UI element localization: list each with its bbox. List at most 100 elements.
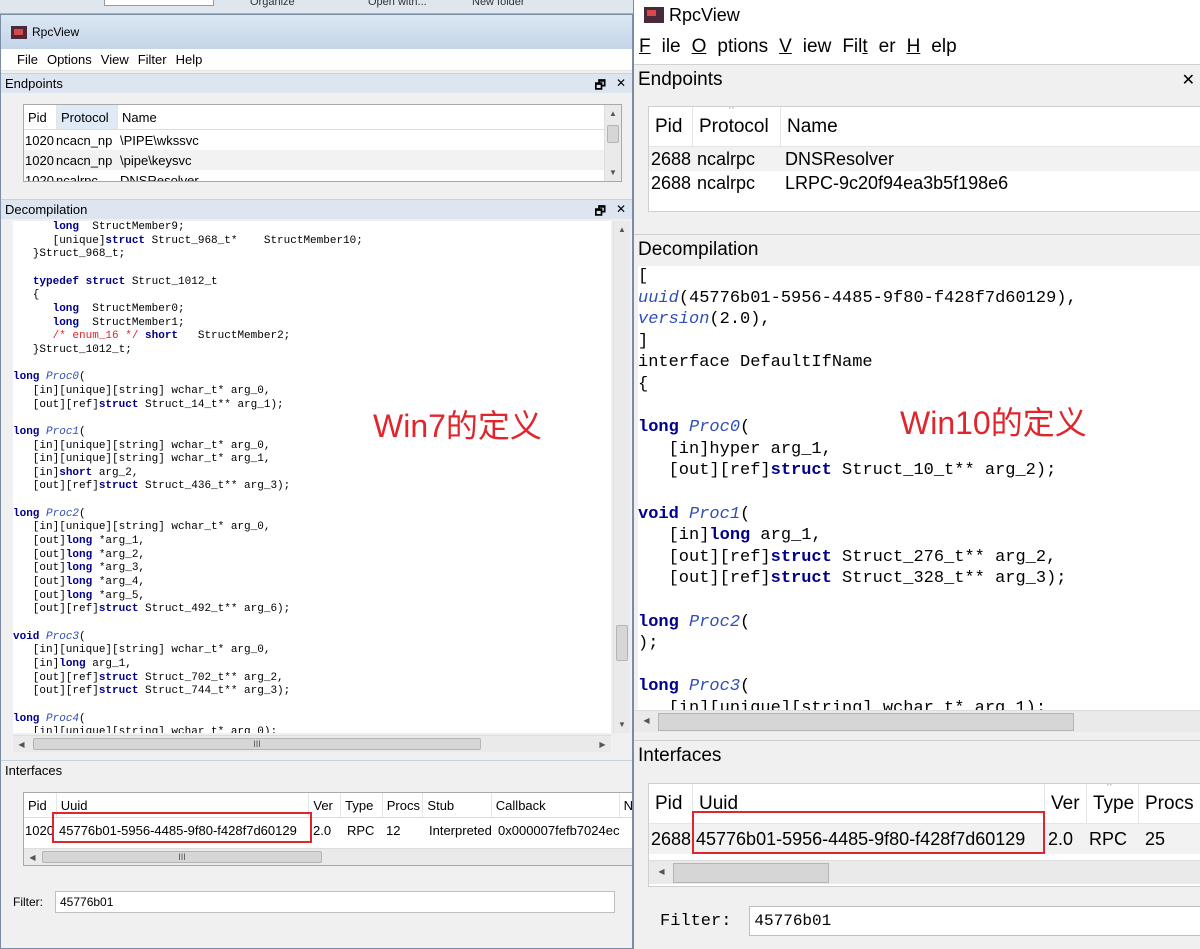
code-line: {	[638, 374, 649, 394]
win7-decompilation-header: Decompilation 🗗 ✕	[1, 199, 632, 219]
cell-protocol: ncacn_np	[56, 132, 113, 148]
win10-interfaces-hscrollbar[interactable]: ◀	[649, 860, 1200, 884]
win7-code-vscrollbar[interactable]: ▲ ▼	[613, 221, 630, 733]
col-stub[interactable]: Stub	[423, 793, 492, 817]
scroll-thumb[interactable]	[616, 625, 628, 661]
table-row[interactable]: 1020 ncalrpc DNSResolver	[24, 170, 621, 182]
scroll-left-icon[interactable]: ◀	[638, 711, 655, 731]
win7-filter-input[interactable]	[55, 891, 615, 913]
table-row[interactable]: 2688 ncalrpc DNSResolver	[649, 147, 1200, 171]
cell-protocol: ncalrpc	[697, 172, 756, 193]
win10-code-hscrollbar[interactable]: ◀	[634, 710, 1200, 732]
win7-interfaces-title: Interfaces	[5, 763, 63, 778]
win7-rpcview-window: RpcView File Options View Filter Help En…	[0, 14, 633, 949]
col-n[interactable]: N	[620, 793, 632, 817]
col-protocol[interactable]: Protocol ^	[57, 105, 118, 129]
win7-decompilation-title: Decompilation	[5, 202, 88, 217]
win10-menu-bar: File Options View Filt er Help	[634, 30, 1200, 64]
col-ver[interactable]: Ver	[309, 793, 342, 817]
win10-menu-filter[interactable]: Filt er	[842, 36, 895, 58]
win7-endpoints-title: Endpoints	[5, 76, 63, 91]
scroll-up-icon[interactable]: ▲	[614, 221, 630, 238]
win10-decompiled-code[interactable]: [uuid(45776b01-5956-4485-9f80-f428f7d601…	[638, 266, 1200, 710]
win10-filter-input[interactable]	[749, 906, 1200, 936]
table-row[interactable]: 1020 ncacn_np \PIPE\wkssvc	[24, 130, 621, 150]
cell-name: \PIPE\wkssvc	[120, 132, 199, 148]
col-procs[interactable]: Procs	[383, 793, 424, 817]
close-panel-icon[interactable]: ✕	[616, 76, 626, 97]
win10-decompilation-title: Decompilation	[638, 238, 759, 260]
win7-code-hscrollbar[interactable]: ◀ III ▶	[13, 735, 611, 752]
float-panel-icon[interactable]: 🗗	[595, 202, 606, 223]
win7-menu-view[interactable]: View	[101, 52, 129, 67]
win7-annotation: Win7的定义	[373, 408, 542, 444]
col-pid[interactable]: Pid	[24, 105, 57, 129]
col-pid[interactable]: Pid	[649, 107, 693, 146]
scroll-thumb[interactable]	[607, 125, 619, 143]
win7-menu-file[interactable]: File	[17, 52, 38, 67]
win10-title-bar[interactable]: RpcView	[634, 0, 1200, 30]
scroll-right-icon[interactable]: ▶	[594, 736, 611, 753]
col-pid[interactable]: Pid	[649, 784, 693, 823]
win7-interfaces-hscrollbar[interactable]: ◀ III	[24, 848, 632, 865]
win7-endpoints-header: Endpoints 🗗 ✕	[1, 73, 632, 93]
code-line: [out][ref]struct Struct_436_t** arg_3);	[13, 480, 291, 493]
col-type[interactable]: Type	[341, 793, 383, 817]
col-callback[interactable]: Callback	[492, 793, 620, 817]
win7-menu-options[interactable]: Options	[47, 52, 92, 67]
scroll-left-icon[interactable]: ◀	[24, 849, 41, 865]
col-type[interactable]: Type ^	[1087, 784, 1139, 823]
win7-menu-filter[interactable]: Filter	[138, 52, 167, 67]
col-name[interactable]: Name	[781, 107, 1200, 146]
win7-endpoints-header-row: Pid Protocol ^ Name	[24, 105, 621, 130]
table-row[interactable]: 1020 ncacn_np \pipe\keysvc	[24, 150, 621, 170]
col-protocol[interactable]: Protocol ^	[693, 107, 781, 146]
win7-title-bar[interactable]: RpcView	[1, 15, 632, 49]
win10-menu-view[interactable]: View	[779, 36, 831, 58]
scroll-left-icon[interactable]: ◀	[13, 736, 30, 753]
scroll-thumb[interactable]: III	[33, 738, 481, 750]
code-line: [	[638, 267, 649, 286]
win10-menu-file[interactable]: File	[639, 36, 681, 58]
col-procs[interactable]: Procs	[1139, 784, 1200, 823]
win10-menu-options[interactable]: Options	[692, 36, 768, 58]
float-panel-icon[interactable]: 🗗	[595, 76, 606, 97]
cell-name: LRPC-9c20f94ea3b5f198e6	[785, 172, 1009, 193]
win10-endpoints-title: Endpoints	[638, 68, 723, 90]
code-line: [in][unique][string] wchar_t* arg_0,	[13, 644, 271, 657]
code-line: long Proc2(	[13, 507, 86, 520]
win7-endpoints-scrollbar[interactable]: ▲ ▼	[604, 105, 621, 181]
cell-ver: 2.0	[313, 822, 332, 838]
background-open-with: Open with...	[368, 0, 427, 8]
code-line: [out][ref]struct Struct_276_t** arg_2,	[638, 547, 1057, 567]
code-line: long StructMember1;	[52, 316, 185, 329]
close-panel-icon[interactable]: ✕	[1182, 70, 1195, 90]
code-line: [unique]struct Struct_968_t* StructMembe…	[13, 234, 363, 247]
code-line: void Proc1(	[638, 504, 751, 524]
scroll-thumb[interactable]	[673, 863, 829, 883]
close-panel-icon[interactable]: ✕	[616, 202, 626, 223]
table-row[interactable]: 2688 ncalrpc LRPC-9c20f94ea3b5f198e6	[649, 171, 1200, 195]
col-name[interactable]: Name	[118, 105, 621, 129]
code-line: long Proc2(	[638, 612, 751, 632]
code-line: long Proc3(	[638, 677, 751, 697]
col-ver[interactable]: Ver	[1045, 784, 1087, 823]
scroll-down-icon[interactable]: ▼	[614, 716, 630, 733]
cell-protocol: ncalrpc	[56, 172, 98, 182]
win7-filter-bar: Filter:	[13, 889, 632, 915]
win7-endpoints-list: Pid Protocol ^ Name 1020 ncacn_np \PIPE\w…	[23, 104, 622, 182]
win10-menu-help[interactable]: Help	[907, 36, 957, 58]
scroll-up-icon[interactable]: ▲	[605, 105, 621, 122]
scroll-thumb[interactable]: III	[42, 851, 322, 863]
win7-decompiled-code[interactable]: long StructMember9; [unique]struct Struc…	[13, 221, 611, 733]
win7-menu-help[interactable]: Help	[176, 52, 203, 67]
scroll-left-icon[interactable]: ◀	[653, 861, 670, 883]
cell-protocol: ncacn_np	[56, 152, 113, 168]
code-line: [out]long *arg_5,	[13, 589, 146, 602]
scroll-thumb[interactable]	[658, 713, 1074, 731]
scroll-down-icon[interactable]: ▼	[605, 164, 621, 181]
